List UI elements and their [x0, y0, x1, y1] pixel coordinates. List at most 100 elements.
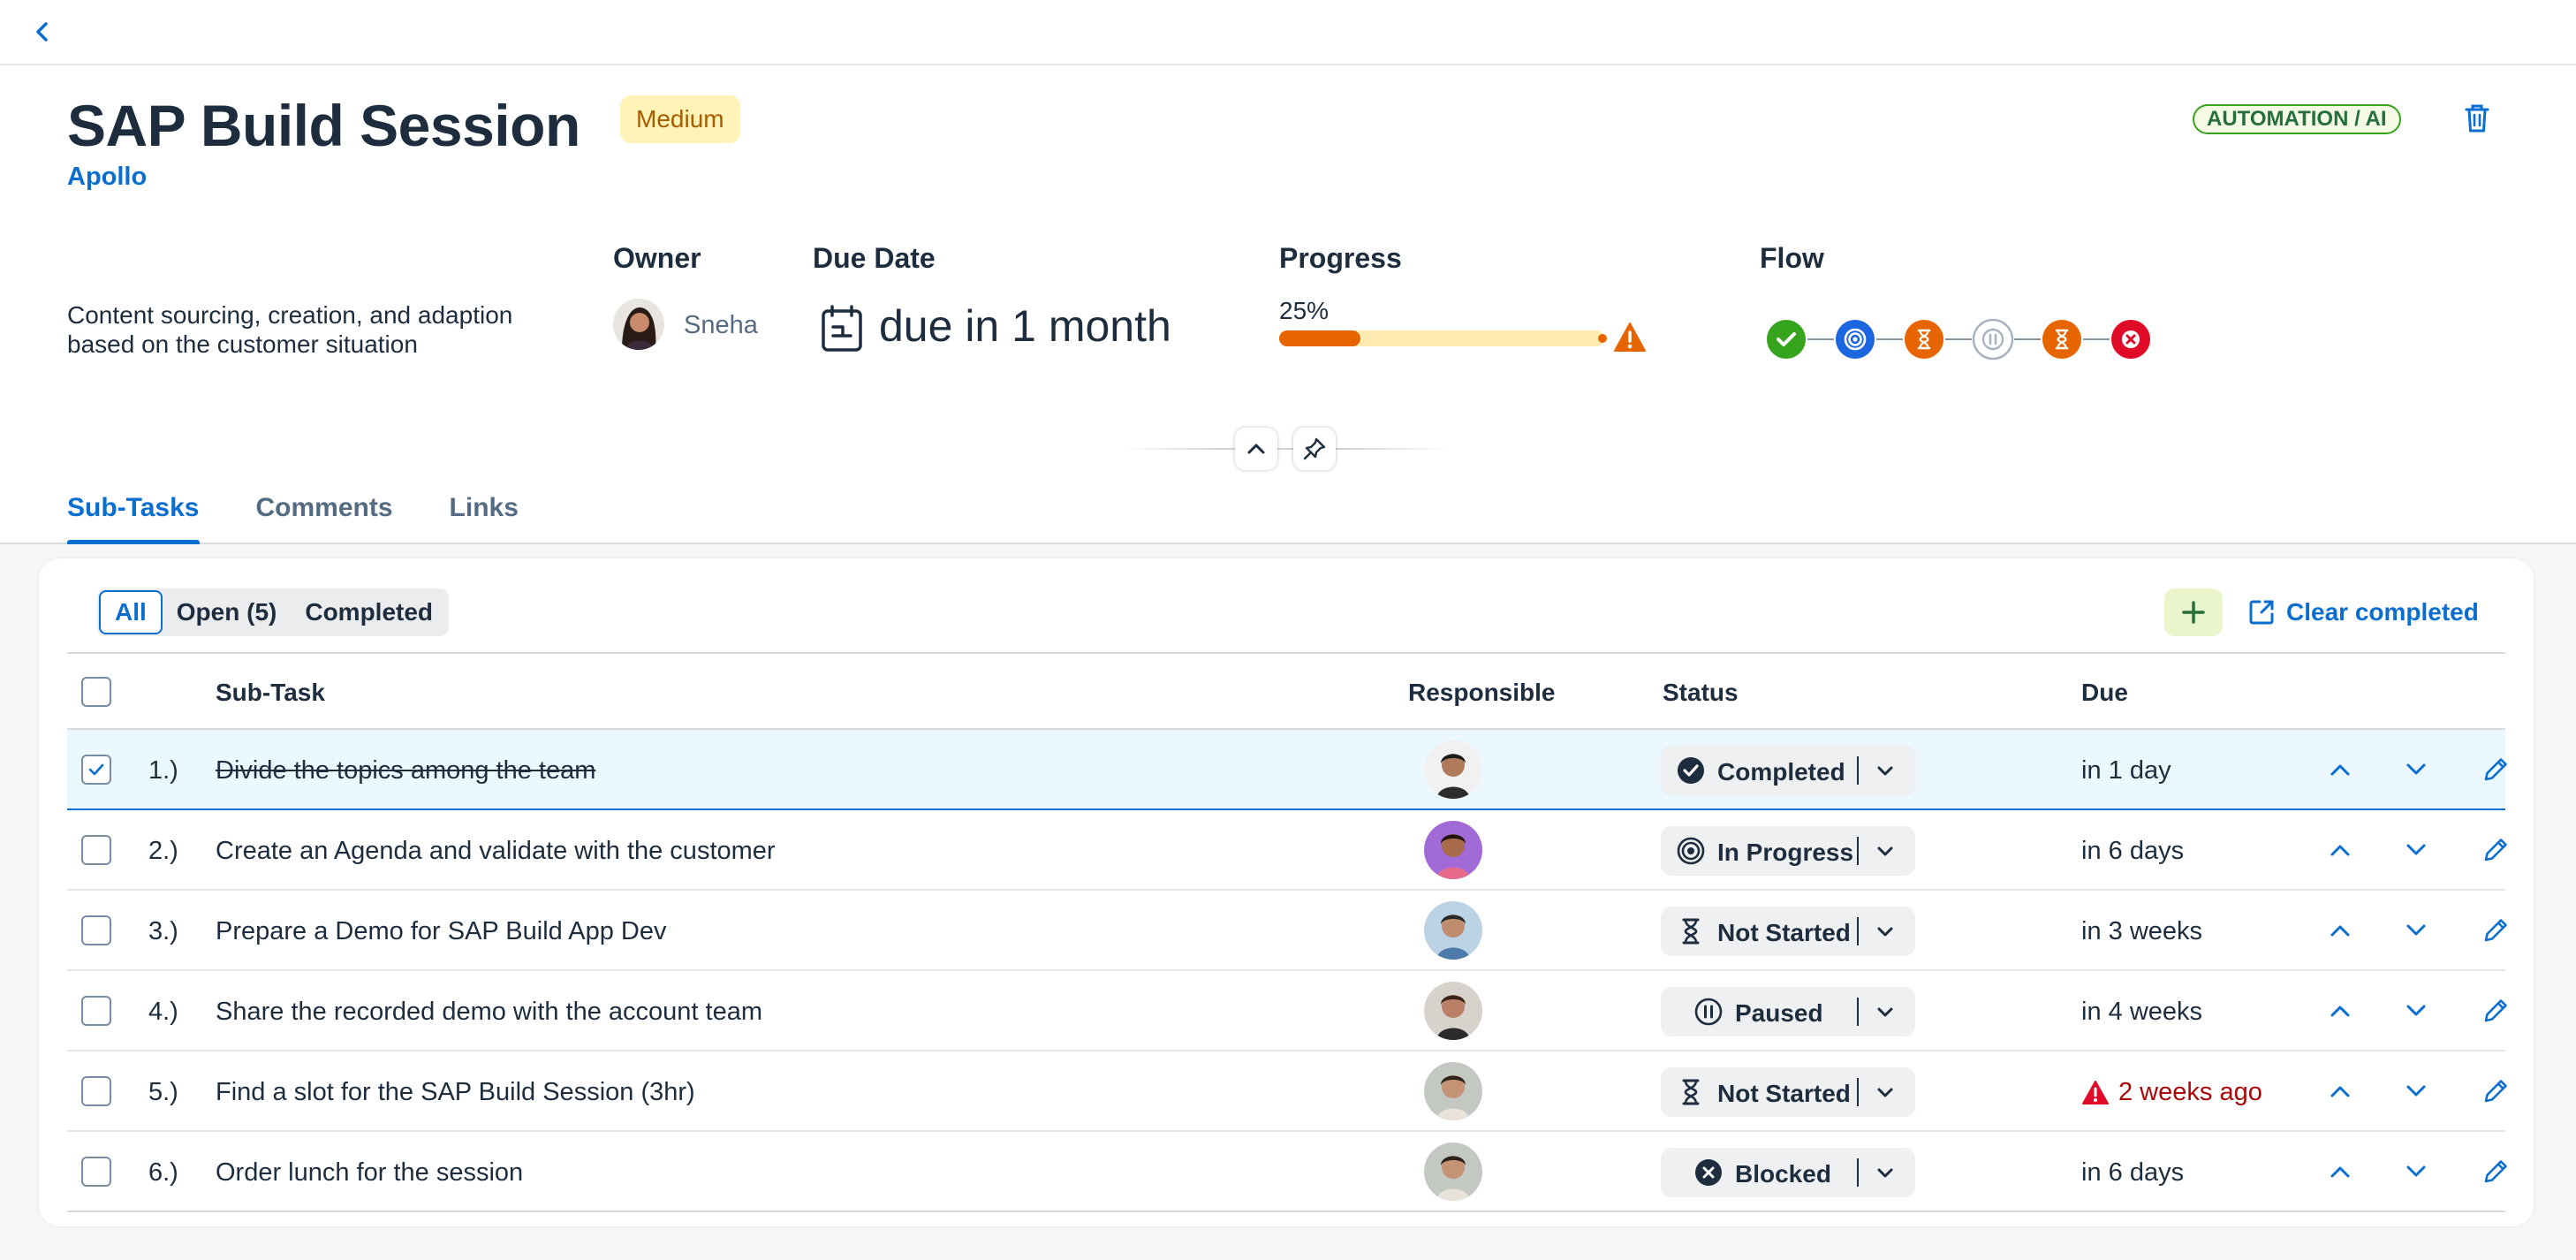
edit-button[interactable] [2475, 991, 2516, 1031]
move-down-button[interactable] [2396, 749, 2436, 790]
avatar[interactable] [1424, 821, 1482, 879]
chevron-down-icon [2406, 924, 2426, 936]
delete-button[interactable] [2458, 99, 2496, 138]
status-select[interactable]: In Progress [1661, 826, 1915, 876]
status-separator [1857, 1078, 1859, 1106]
move-down-button[interactable] [2396, 910, 2436, 951]
flow-step-completed-icon[interactable] [1765, 318, 1807, 361]
status-blocked-icon [1694, 1158, 1723, 1187]
move-down-button[interactable] [2396, 1151, 2436, 1192]
priority-badge: Medium [620, 95, 740, 143]
tab-comments[interactable]: Comments [256, 490, 393, 544]
move-down-button[interactable] [2396, 1071, 2436, 1112]
status-separator [1857, 756, 1859, 785]
move-down-button[interactable] [2396, 830, 2436, 870]
avatar[interactable] [1424, 740, 1482, 799]
avatar[interactable] [1424, 901, 1482, 960]
chevron-up-icon [1247, 444, 1265, 454]
project-link[interactable]: Apollo [67, 163, 147, 192]
checkmark-icon [88, 763, 104, 776]
col-header-subtask[interactable]: Sub-Task [216, 679, 325, 707]
table-row[interactable]: 1.) Divide the topics among the team Com… [67, 730, 2507, 810]
status-label: Not Started [1717, 919, 1851, 946]
filter-all[interactable]: All [99, 590, 163, 634]
pin-header-button[interactable] [1293, 428, 1336, 470]
col-header-due[interactable]: Due [2081, 679, 2128, 707]
page-title: SAP Build Session [67, 93, 580, 158]
subtasks-card: All Open (5) Completed Clear completed S… [39, 558, 2534, 1226]
progress-bar [1279, 330, 1604, 346]
row-checkbox[interactable] [81, 1157, 111, 1187]
flow-step-not-started-icon[interactable] [2041, 318, 2083, 361]
edit-button[interactable] [2475, 1151, 2516, 1192]
edit-button[interactable] [2475, 749, 2516, 790]
row-number: 3.) [148, 917, 178, 945]
table-row[interactable]: 4.) Share the recorded demo with the acc… [67, 971, 2507, 1051]
clear-completed-button[interactable]: Clear completed [2247, 588, 2479, 636]
table-row[interactable]: 5.) Find a slot for the SAP Build Sessio… [67, 1051, 2507, 1132]
filter-open[interactable]: Open (5) [163, 590, 292, 634]
status-separator [1857, 1158, 1859, 1187]
status-select[interactable]: Paused [1661, 987, 1915, 1036]
status-select[interactable]: Not Started [1661, 907, 1915, 956]
trash-icon [2465, 104, 2489, 133]
due-date-label: Due Date [813, 242, 936, 274]
row-checkbox[interactable] [81, 755, 111, 785]
move-up-button[interactable] [2320, 830, 2360, 870]
edit-button[interactable] [2475, 830, 2516, 870]
avatar[interactable] [1424, 1062, 1482, 1120]
chevron-down-icon [1877, 846, 1893, 856]
task-description: Content sourcing, creation, and adaption… [67, 301, 513, 358]
col-header-status[interactable]: Status [1663, 679, 1739, 707]
move-up-button[interactable] [2320, 910, 2360, 951]
move-up-button[interactable] [2320, 991, 2360, 1031]
chevron-down-icon [1877, 927, 1893, 937]
status-not-started-icon [1677, 1078, 1705, 1106]
flow-step-blocked-icon[interactable] [2110, 318, 2152, 361]
table-row[interactable]: 2.) Create an Agenda and validate with t… [67, 810, 2507, 891]
status-select[interactable]: Blocked [1661, 1148, 1915, 1197]
edit-button[interactable] [2475, 910, 2516, 951]
chevron-up-icon [2330, 925, 2350, 937]
due-value: in 6 days [2081, 1158, 2185, 1187]
progress-target-marker [1598, 334, 1607, 343]
col-header-responsible[interactable]: Responsible [1408, 679, 1555, 707]
calendar-icon [822, 305, 862, 352]
avatar[interactable] [1424, 1142, 1482, 1201]
status-label: Paused [1735, 999, 1823, 1027]
move-down-button[interactable] [2396, 991, 2436, 1031]
move-up-button[interactable] [2320, 1151, 2360, 1192]
pencil-icon [2484, 1080, 2507, 1103]
pencil-icon [2484, 758, 2507, 781]
back-button[interactable] [25, 14, 60, 49]
chevron-down-icon [1877, 1088, 1893, 1097]
flow-step-not-started-icon[interactable] [1903, 318, 1945, 361]
row-checkbox[interactable] [81, 996, 111, 1026]
filter-completed[interactable]: Completed [291, 590, 447, 634]
move-up-button[interactable] [2320, 1071, 2360, 1112]
select-all-checkbox[interactable] [81, 677, 111, 707]
status-separator [1857, 837, 1859, 865]
add-subtask-button[interactable] [2164, 588, 2223, 636]
due-value: 2 weeks ago [2118, 1078, 2262, 1106]
row-checkbox[interactable] [81, 915, 111, 945]
flow-step-in-progress-icon[interactable] [1834, 318, 1876, 361]
flow-step-paused-icon[interactable] [1972, 318, 2014, 361]
row-checkbox[interactable] [81, 835, 111, 865]
status-select[interactable]: Completed [1661, 746, 1915, 795]
edit-button[interactable] [2475, 1071, 2516, 1112]
table-row[interactable]: 3.) Prepare a Demo for SAP Build App Dev… [67, 891, 2507, 971]
avatar[interactable] [1424, 982, 1482, 1040]
move-up-button[interactable] [2320, 749, 2360, 790]
flow-connector [1876, 338, 1903, 340]
row-checkbox[interactable] [81, 1076, 111, 1106]
tab-links[interactable]: Links [450, 490, 519, 544]
table-row[interactable]: 6.) Order lunch for the session Blocked … [67, 1132, 2507, 1212]
collapse-header-button[interactable] [1235, 428, 1277, 470]
row-number: 2.) [148, 837, 178, 865]
filter-segmented-button: All Open (5) Completed [97, 588, 450, 636]
tab-sub-tasks[interactable]: Sub-Tasks [67, 490, 200, 544]
subtask-title: Order lunch for the session [216, 1158, 524, 1187]
owner-name[interactable]: Sneha [684, 311, 758, 340]
status-select[interactable]: Not Started [1661, 1067, 1915, 1117]
